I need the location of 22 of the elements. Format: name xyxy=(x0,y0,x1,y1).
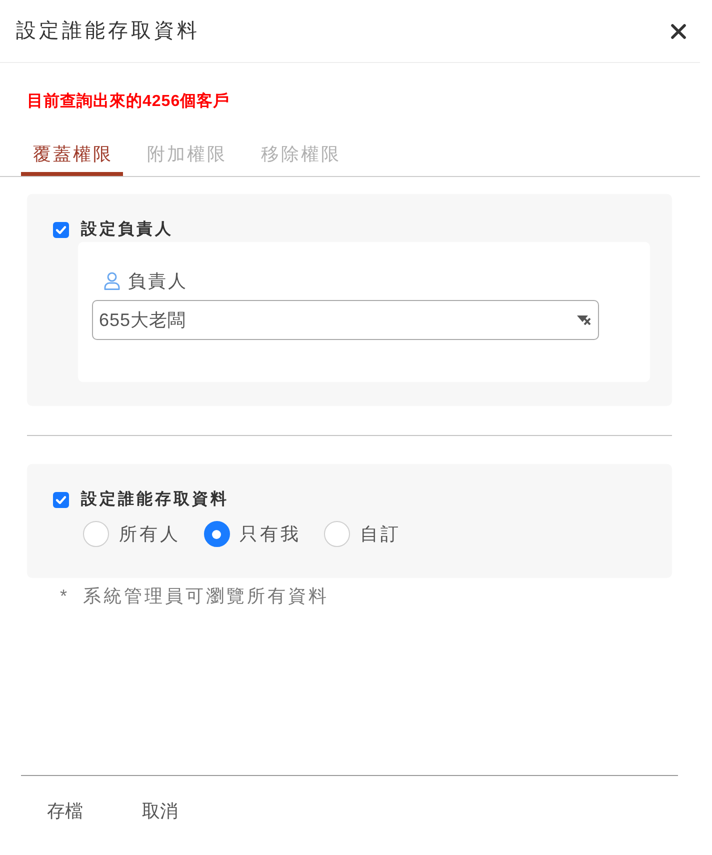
person-icon xyxy=(104,272,120,290)
save-button[interactable]: 存檔 xyxy=(21,791,109,831)
close-button[interactable] xyxy=(671,24,686,38)
admin-note: * 系統管理員可瀏覽所有資料 xyxy=(60,586,330,606)
radio-label: 只有我 xyxy=(240,523,301,546)
close-icon xyxy=(671,24,686,38)
radio-button[interactable] xyxy=(324,521,350,547)
tab[interactable]: 覆蓋權限 xyxy=(21,136,123,176)
radio-label: 所有人 xyxy=(119,523,180,546)
field-label: 負責人 xyxy=(128,270,188,293)
checkbox[interactable] xyxy=(53,492,69,508)
clear-caret-icon[interactable] xyxy=(577,315,591,325)
cancel-button[interactable]: 取消 xyxy=(116,791,204,831)
radio-label: 自訂 xyxy=(360,523,401,546)
checkbox-label: 設定誰能存取資料 xyxy=(81,489,229,510)
checkbox[interactable] xyxy=(53,222,69,238)
radio-button[interactable] xyxy=(83,521,109,547)
dialog-title: 設定誰能存取資料 xyxy=(16,19,200,44)
result-count-notice: 目前查詢出來的4256個客戶 xyxy=(27,93,230,110)
radio-button[interactable] xyxy=(204,521,230,547)
checkbox-label: 設定負責人 xyxy=(81,219,174,240)
owner-select[interactable]: 655大老闆 xyxy=(92,300,599,340)
